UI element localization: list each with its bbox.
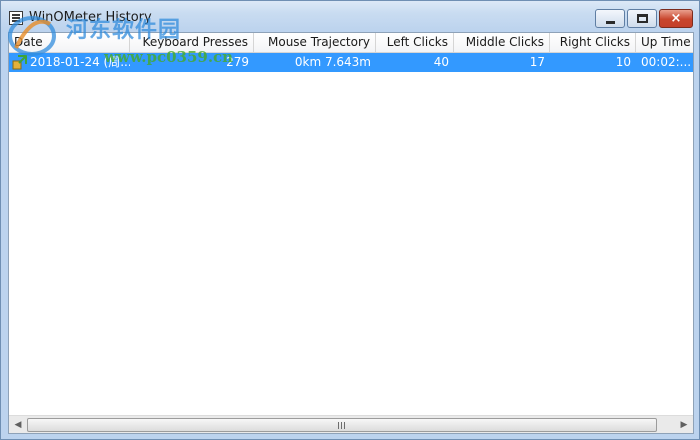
scroll-right-button[interactable]: ▶ [676, 417, 692, 433]
app-window: WinOMeter History × Date Keyboard Presse… [0, 0, 700, 440]
column-header-middle-clicks[interactable]: Middle Clicks [454, 33, 550, 52]
title-bar[interactable]: WinOMeter History × [1, 1, 699, 33]
table-row[interactable]: 2018-01-24 (周... 279 0km 7.643m 40 17 10… [9, 53, 693, 72]
history-list-view[interactable]: Date Keyboard Presses Mouse Trajectory L… [8, 32, 694, 434]
column-header-right-clicks[interactable]: Right Clicks [550, 33, 636, 52]
minimize-icon [606, 21, 615, 24]
column-header-date[interactable]: Date [9, 33, 130, 52]
cell-left-clicks: 40 [433, 55, 449, 69]
cell-mouse-trajectory: 0km 7.643m [294, 55, 371, 69]
close-button[interactable]: × [659, 9, 693, 28]
cell-keyboard-presses: 279 [226, 55, 249, 69]
column-header-up-time[interactable]: Up Time [636, 33, 693, 52]
scroll-left-button[interactable]: ◀ [10, 417, 26, 433]
column-header-left-clicks[interactable]: Left Clicks [376, 33, 454, 52]
scrollbar-thumb[interactable] [27, 418, 657, 432]
window-title: WinOMeter History [29, 10, 152, 25]
cell-up-time: 00:02:... [641, 55, 692, 69]
maximize-button[interactable] [627, 9, 657, 28]
column-header-keyboard-presses[interactable]: Keyboard Presses [130, 33, 254, 52]
column-header: Date Keyboard Presses Mouse Trajectory L… [9, 33, 693, 53]
column-header-mouse-trajectory[interactable]: Mouse Trajectory [254, 33, 376, 52]
caption-buttons: × [593, 9, 693, 29]
app-icon[interactable] [9, 11, 23, 25]
cell-right-clicks: 10 [615, 55, 631, 69]
minimize-button[interactable] [595, 9, 625, 28]
horizontal-scrollbar[interactable]: ◀ ▶ [9, 415, 693, 433]
cell-middle-clicks: 17 [529, 55, 545, 69]
grip-icon [338, 422, 346, 429]
cell-date: 2018-01-24 (周... [30, 55, 130, 69]
close-icon: × [670, 11, 682, 26]
maximize-icon [637, 14, 648, 23]
